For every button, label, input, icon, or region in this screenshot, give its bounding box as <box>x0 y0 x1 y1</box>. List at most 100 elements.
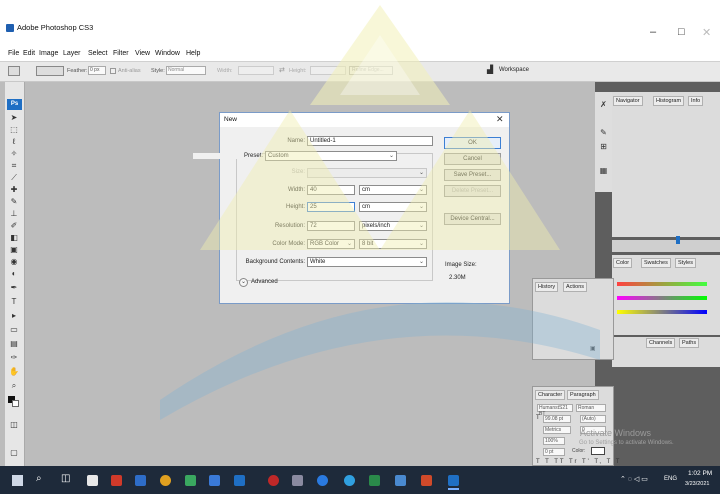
photoshop-taskbar-icon[interactable] <box>448 475 459 486</box>
quick-mask-icon[interactable]: ◫ <box>8 420 20 430</box>
eraser-tool-icon[interactable]: ◧ <box>8 233 20 243</box>
name-input[interactable]: Untitled-1 <box>307 136 433 146</box>
tab-character[interactable]: Character <box>535 390 566 400</box>
notes-tool-icon[interactable]: ▤ <box>8 339 20 349</box>
width-input[interactable] <box>238 66 274 75</box>
mail-icon[interactable] <box>292 475 303 486</box>
preset-dropdown[interactable]: Custom ⌄ <box>265 151 397 161</box>
cancel-button[interactable]: Cancel <box>444 153 501 165</box>
screen-mode-icon[interactable]: ▢ <box>8 448 20 458</box>
font-size-input[interactable]: 99.08 pt <box>543 415 571 423</box>
telegram-icon[interactable] <box>395 475 406 486</box>
healing-brush-icon[interactable]: ✚ <box>8 185 20 195</box>
height-input[interactable]: 25 <box>307 202 355 212</box>
close-button[interactable]: ✕ <box>702 26 711 39</box>
ok-button[interactable]: OK <box>444 137 501 149</box>
resolution-input[interactable]: 72 <box>307 221 355 231</box>
chrome-icon[interactable] <box>160 475 171 486</box>
menu-file[interactable]: File <box>8 50 19 57</box>
word-icon[interactable] <box>234 475 245 486</box>
pen-tool-icon[interactable]: ✒ <box>8 283 20 293</box>
menu-select[interactable]: Select <box>88 50 107 57</box>
task-view-icon[interactable]: ◫ <box>61 473 70 484</box>
tab-paragraph[interactable]: Paragraph <box>567 390 599 400</box>
background-color-swatch[interactable] <box>12 400 19 407</box>
tab-history[interactable]: History <box>535 282 559 292</box>
char-color-swatch[interactable] <box>591 447 605 455</box>
clone-source-icon[interactable]: ⊞ <box>598 142 609 152</box>
red-slider[interactable] <box>617 282 707 286</box>
tab-paths[interactable]: Paths <box>679 338 700 348</box>
history-brush-icon[interactable]: ✐ <box>8 221 20 231</box>
language-indicator[interactable]: ENG <box>664 476 677 482</box>
swap-icon[interactable]: ⇄ <box>279 66 285 74</box>
width-input[interactable]: 40 <box>307 185 355 195</box>
excel-icon[interactable] <box>369 475 380 486</box>
tool-presets-icon[interactable]: ✎ <box>598 128 609 138</box>
tab-info[interactable]: Info <box>688 96 704 106</box>
hand-tool-icon[interactable]: ✋ <box>8 367 20 377</box>
height-input[interactable] <box>310 66 346 75</box>
height-unit-dropdown[interactable]: cm ⌄ <box>359 202 427 212</box>
brush-tool-icon[interactable]: ✎ <box>8 197 20 207</box>
start-icon[interactable] <box>12 475 23 486</box>
kerning-input[interactable]: Metrics <box>543 426 571 434</box>
background-contents-dropdown[interactable]: White ⌄ <box>307 257 427 267</box>
search-icon[interactable]: ⌕ <box>36 473 42 484</box>
style-dropdown[interactable]: Normal <box>166 66 206 75</box>
tab-channels[interactable]: Channels <box>646 338 676 348</box>
minimize-button[interactable]: – <box>650 26 656 38</box>
gradient-tool-icon[interactable]: ▣ <box>8 245 20 255</box>
marquee-tool-icon[interactable]: ⬚ <box>8 125 20 135</box>
resolution-unit-dropdown[interactable]: pixels/inch ⌄ <box>359 221 427 231</box>
powerpoint-icon[interactable] <box>421 475 432 486</box>
browser-icon[interactable] <box>344 475 355 486</box>
workspace-menu[interactable]: Workspace <box>499 67 529 73</box>
font-style-dropdown[interactable]: Roman <box>576 404 606 412</box>
feather-input[interactable]: 0 px <box>88 66 106 75</box>
brushes-icon[interactable]: ✗ <box>598 100 609 110</box>
app-icon-green[interactable] <box>185 475 196 486</box>
device-central-button[interactable]: Device Central... <box>444 213 501 225</box>
antialias-checkbox[interactable] <box>110 68 116 74</box>
width-unit-dropdown[interactable]: cm ⌄ <box>359 185 427 195</box>
edge-icon[interactable] <box>317 475 328 486</box>
green-slider[interactable] <box>617 296 707 300</box>
eyedropper-icon[interactable]: ✑ <box>8 353 20 363</box>
tab-color[interactable]: Color <box>613 258 633 268</box>
refine-edge-button[interactable]: Refine Edge... <box>349 66 393 75</box>
blur-tool-icon[interactable]: ◉ <box>8 257 20 267</box>
tab-navigator[interactable]: Navigator <box>613 96 643 106</box>
crop-tool-icon[interactable]: ⌗ <box>8 161 20 171</box>
tab-histogram[interactable]: Histogram <box>653 96 685 106</box>
folder-icon[interactable] <box>135 475 146 486</box>
clock-date[interactable]: 3/23/2021 <box>685 481 709 487</box>
marquee-tool-preset-icon[interactable] <box>8 66 20 76</box>
move-tool-icon[interactable]: ➤ <box>8 113 20 123</box>
font-family-dropdown[interactable]: HumanstS21 BT <box>537 404 573 417</box>
blue-slider[interactable] <box>617 310 707 314</box>
settings-icon[interactable] <box>209 475 220 486</box>
menu-filter[interactable]: Filter <box>113 50 129 57</box>
tray-icons[interactable]: ⌃ ◌ ◁ ▭ <box>620 475 648 483</box>
menu-help[interactable]: Help <box>186 50 200 57</box>
dodge-tool-icon[interactable]: ◐ <box>8 269 20 279</box>
shape-tool-icon[interactable]: ▭ <box>8 325 20 335</box>
media-icon[interactable] <box>268 475 279 486</box>
menu-view[interactable]: View <box>135 50 150 57</box>
maximize-button[interactable]: □ <box>678 26 685 38</box>
stamp-tool-icon[interactable]: ⊥ <box>8 209 20 219</box>
bit-depth-dropdown[interactable]: 8 bit ⌄ <box>359 239 427 249</box>
save-preset-button[interactable]: Save Preset... <box>444 169 501 181</box>
advanced-toggle-icon[interactable]: ⌄ <box>239 278 248 287</box>
delete-preset-button[interactable]: Delete Preset... <box>444 185 501 197</box>
zoom-tool-icon[interactable]: ⌕ <box>8 381 20 391</box>
selection-mode-icons[interactable] <box>36 66 64 76</box>
pdf-icon[interactable] <box>111 475 122 486</box>
menu-layer[interactable]: Layer <box>63 50 81 57</box>
baseline-shift-input[interactable]: 0 pt <box>543 448 565 456</box>
store-icon[interactable] <box>87 475 98 486</box>
lasso-tool-icon[interactable]: ℓ <box>8 137 20 147</box>
tab-styles[interactable]: Styles <box>675 258 696 268</box>
char-style-buttons[interactable]: T T TT Tr T' T, T T <box>536 459 621 465</box>
